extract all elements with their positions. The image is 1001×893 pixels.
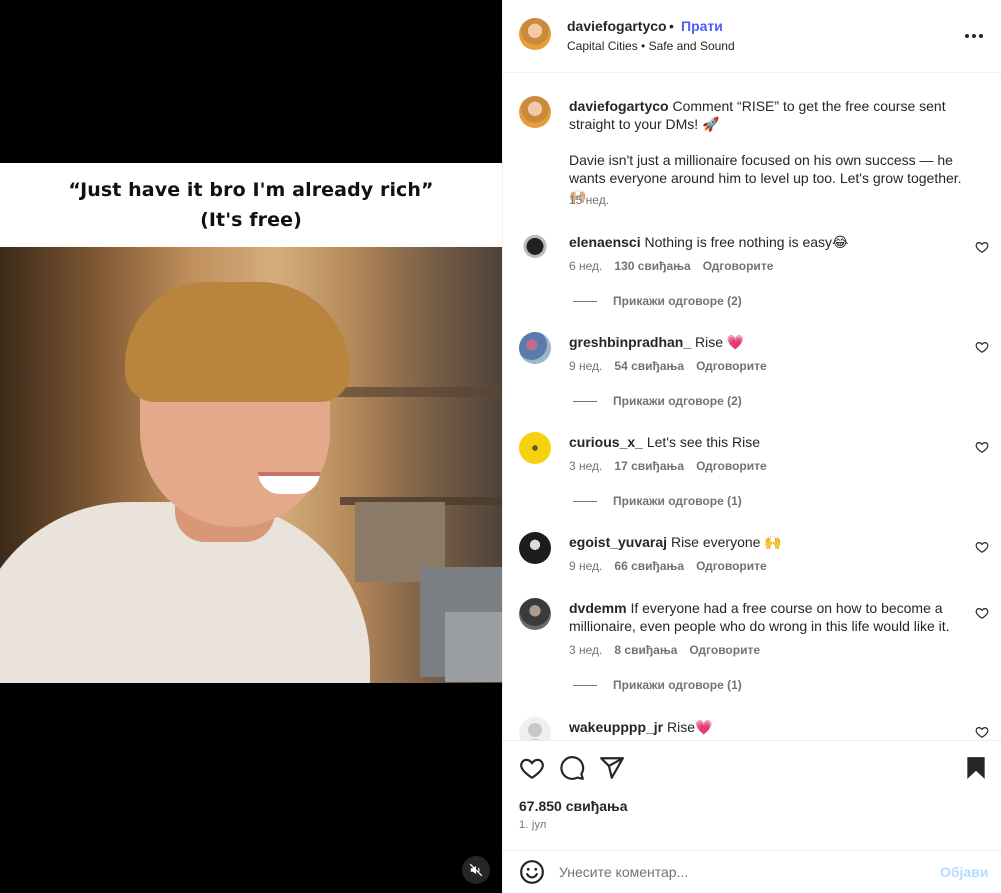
comments-list[interactable]: daviefogartyco Comment “RISE” to get the… <box>503 74 1001 740</box>
comment-like-heart-icon[interactable] <box>975 540 989 554</box>
likes-count[interactable]: 67.850 свиђања <box>519 798 628 814</box>
commenter-avatar[interactable] <box>519 332 551 364</box>
commenter-username[interactable]: greshbinpradhan_ <box>569 334 691 350</box>
instagram-post-modal: “Just have it bro I'm already rich” (It'… <box>0 0 1001 893</box>
comment-like-heart-icon[interactable] <box>975 440 989 454</box>
comment-meta: 9 нед. 54 свиђања Одговорите <box>569 359 767 373</box>
add-comment-bar: Унесите коментар... Објави <box>503 850 1001 893</box>
commenter-avatar[interactable] <box>519 232 551 264</box>
caption-timestamp[interactable]: 15 нед. <box>569 193 609 207</box>
comment-body: egoist_yuvaraj Rise everyone 🙌 <box>569 533 969 551</box>
comment-time[interactable]: 3 нед. <box>569 643 602 657</box>
audio-track-link[interactable]: Capital Cities • Safe and Sound <box>567 39 735 53</box>
view-replies-label[interactable]: Прикажи одговоре (1) <box>613 678 742 692</box>
video-text-overlay: “Just have it bro I'm already rich” (It'… <box>0 163 502 247</box>
view-replies-label[interactable]: Прикажи одговоре (1) <box>613 494 742 508</box>
comment-body: greshbinpradhan_ Rise 💗 <box>569 333 969 351</box>
view-replies-label[interactable]: Прикажи одговоре (2) <box>613 294 742 308</box>
comment-time[interactable]: 9 нед. <box>569 559 602 573</box>
header-separator: • <box>669 18 674 34</box>
post-actions: 67.850 свиђања 1. јул <box>503 740 1001 850</box>
commenter-username[interactable]: wakeupppp_jr <box>569 719 663 735</box>
post-comment-button[interactable]: Објави <box>940 864 988 880</box>
post-date[interactable]: 1. јул <box>519 819 547 831</box>
commenter-avatar[interactable] <box>519 598 551 630</box>
comment-text: Nothing is free nothing is easy😂 <box>644 234 849 250</box>
overlay-quote: “Just have it bro I'm already rich” <box>68 179 434 201</box>
comment-likes[interactable]: 8 свиђања <box>614 643 677 657</box>
comment-meta: 3 нед. 8 свиђања Одговорите <box>569 643 760 657</box>
replies-divider <box>573 300 597 302</box>
background-box <box>445 612 502 682</box>
post-details-panel: daviefogartyco • Прати Capital Cities • … <box>502 0 1001 893</box>
comment-input[interactable]: Унесите коментар... <box>559 864 688 880</box>
reply-button[interactable]: Одговорите <box>689 643 760 657</box>
post-caption: daviefogartyco Comment “RISE” to get the… <box>569 97 969 205</box>
post-header: daviefogartyco • Прати Capital Cities • … <box>503 0 1001 73</box>
video-frame <box>0 247 502 683</box>
caption-username[interactable]: daviefogartyco <box>569 98 669 114</box>
commenter-avatar[interactable] <box>519 532 551 564</box>
bookmark-icon[interactable] <box>963 755 989 781</box>
comment-text: Rise💗 <box>667 719 713 735</box>
replies-divider <box>573 500 597 502</box>
commenter-username[interactable]: elenaensci <box>569 234 641 250</box>
comment-time[interactable]: 3 нед. <box>569 459 602 473</box>
muted-speaker-icon <box>469 863 483 877</box>
comment-body: dvdemm If everyone had a free course on … <box>569 599 969 635</box>
comment-likes[interactable]: 17 свиђања <box>614 459 684 473</box>
comment-body: wakeupppp_jr Rise💗 <box>569 718 969 736</box>
view-replies-button[interactable]: Прикажи одговоре (1) <box>573 678 742 692</box>
more-options-icon[interactable] <box>965 26 985 46</box>
replies-divider <box>573 684 597 686</box>
comment-icon[interactable] <box>559 755 585 781</box>
comment-text: Rise 💗 <box>695 334 745 350</box>
comment-body: curious_x_ Let's see this Rise <box>569 433 969 451</box>
comment-like-heart-icon[interactable] <box>975 725 989 739</box>
caption-author-avatar[interactable] <box>519 96 551 128</box>
comment-like-heart-icon[interactable] <box>975 606 989 620</box>
comment-body: elenaensci Nothing is free nothing is ea… <box>569 233 969 251</box>
video-player[interactable]: “Just have it bro I'm already rich” (It'… <box>0 0 502 893</box>
comment-meta: 9 нед. 66 свиђања Одговорите <box>569 559 767 573</box>
view-replies-button[interactable]: Прикажи одговоре (2) <box>573 294 742 308</box>
view-replies-button[interactable]: Прикажи одговоре (1) <box>573 494 742 508</box>
reply-button[interactable]: Одговорите <box>696 359 767 373</box>
comment-text: If everyone had a free course on how to … <box>569 600 950 634</box>
reply-button[interactable]: Одговорите <box>703 259 774 273</box>
comment-text: Let's see this Rise <box>646 434 760 450</box>
view-replies-button[interactable]: Прикажи одговоре (2) <box>573 394 742 408</box>
comment-likes[interactable]: 66 свиђања <box>614 559 684 573</box>
reply-button[interactable]: Одговорите <box>696 459 767 473</box>
replies-divider <box>573 400 597 402</box>
emoji-icon[interactable] <box>519 859 545 885</box>
view-replies-label[interactable]: Прикажи одговоре (2) <box>613 394 742 408</box>
overlay-subtitle: (It's free) <box>200 209 302 231</box>
comment-text: Rise everyone 🙌 <box>670 534 782 550</box>
commenter-avatar[interactable] <box>519 717 551 740</box>
mute-button[interactable] <box>462 856 490 884</box>
comment-time[interactable]: 9 нед. <box>569 359 602 373</box>
comment-time[interactable]: 6 нед. <box>569 259 602 273</box>
comment-like-heart-icon[interactable] <box>975 340 989 354</box>
commenter-username[interactable]: dvdemm <box>569 600 627 616</box>
author-avatar[interactable] <box>519 18 551 50</box>
person-hair <box>125 282 350 402</box>
caption-text-2: Davie isn't just a millionaire focused o… <box>569 152 962 204</box>
comment-meta: 3 нед. 17 свиђања Одговорите <box>569 459 767 473</box>
author-username[interactable]: daviefogartyco <box>567 18 667 34</box>
comment-meta: 6 нед. 130 свиђања Одговорите <box>569 259 773 273</box>
reply-button[interactable]: Одговорите <box>696 559 767 573</box>
comment-like-heart-icon[interactable] <box>975 240 989 254</box>
heart-icon[interactable] <box>519 755 545 781</box>
commenter-avatar[interactable] <box>519 432 551 464</box>
follow-button[interactable]: Прати <box>681 18 723 34</box>
comment-likes[interactable]: 54 свиђања <box>614 359 684 373</box>
commenter-username[interactable]: egoist_yuvaraj <box>569 534 667 550</box>
share-icon[interactable] <box>599 755 625 781</box>
commenter-username[interactable]: curious_x_ <box>569 434 643 450</box>
comment-likes[interactable]: 130 свиђања <box>614 259 690 273</box>
